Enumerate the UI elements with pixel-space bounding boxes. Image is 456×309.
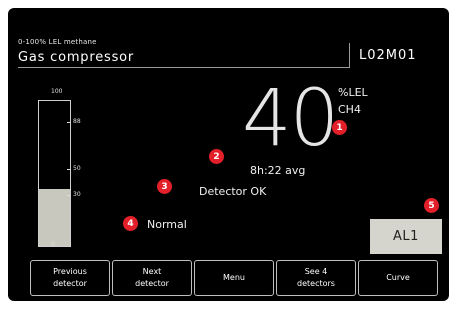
button-label-line2: detectors [297, 279, 335, 288]
detector-code: L02M01 [359, 48, 417, 63]
gauge-tick-label: 30 [73, 191, 81, 198]
see-4-detectors-button[interactable]: See 4 detectors [276, 260, 356, 296]
level-bar-fill [39, 189, 70, 246]
button-label-line1: See 4 [304, 267, 328, 277]
button-label: Curve [386, 273, 410, 283]
menu-button[interactable]: Menu [194, 260, 274, 296]
callout-5: 5 [424, 198, 439, 213]
gas-type: CH4 [338, 103, 361, 116]
detector-name: Gas compressor [18, 50, 135, 65]
range-subtitle: 0-100% LEL methane [18, 38, 97, 46]
callout-2: 2 [209, 149, 224, 164]
gauge-tick [67, 195, 70, 196]
detector-status: Detector OK [199, 185, 267, 198]
callout-3: 3 [157, 179, 172, 194]
reading-unit: %LEL [338, 86, 368, 99]
gauge-tick-label: 50 [73, 165, 81, 172]
curve-button[interactable]: Curve [358, 260, 438, 296]
button-label: Menu [223, 273, 245, 283]
detector-display: 0-100% LEL methane Gas compressor L02M01… [8, 8, 449, 301]
previous-detector-button[interactable]: Previous detector [30, 260, 110, 296]
gauge-min-label: 0 [51, 241, 55, 248]
alarm-indicator: AL1 [370, 219, 442, 254]
gauge-tick-label: 88 [73, 118, 81, 125]
button-label-line1: Next [142, 267, 162, 277]
next-detector-button[interactable]: Next detector [112, 260, 192, 296]
gas-reading-value: 40 [242, 74, 339, 164]
callout-4: 4 [123, 216, 138, 231]
header-separator [349, 43, 350, 68]
header-divider [18, 67, 349, 68]
average-label: 8h:22 avg [250, 164, 306, 177]
button-label-line2: detector [53, 279, 87, 288]
button-label-line2: detector [135, 279, 169, 288]
callout-1: 1 [332, 120, 347, 135]
gauge-max-label: 100 [51, 88, 63, 95]
mode-status: Normal [147, 218, 187, 231]
gauge-tick [67, 169, 70, 170]
gauge-tick [67, 122, 70, 123]
button-label-line1: Previous [53, 267, 87, 277]
